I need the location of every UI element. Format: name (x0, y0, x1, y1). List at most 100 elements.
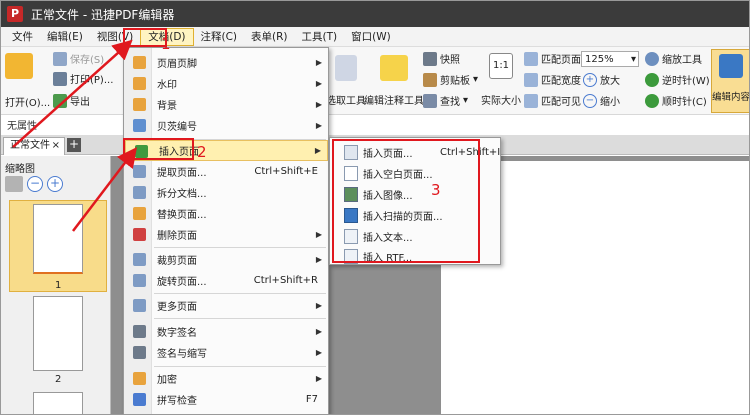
split-document-icon (133, 186, 146, 199)
menu-item-label: 页眉页脚 (157, 59, 197, 70)
menu-item-delete-page[interactable]: 删除页面 ▶ (124, 224, 328, 245)
cursor-icon (335, 55, 357, 81)
save-icon (53, 51, 67, 66)
printer-icon (53, 71, 67, 86)
rotate-right-icon (645, 93, 659, 108)
save-button[interactable]: 保存(S) (53, 51, 104, 66)
menu-item-digital-signature[interactable]: 数字签名 ▶ (124, 321, 328, 342)
menu-file[interactable]: 文件 (5, 28, 40, 46)
thumbnail-zoom-in-button[interactable]: + (47, 176, 63, 192)
gear-icon[interactable] (5, 176, 23, 192)
plus-circle-icon: + (583, 72, 597, 87)
menu-item-encrypt[interactable]: 加密 ▶ (124, 368, 328, 389)
zoom-select[interactable]: 125% ▾ (581, 51, 639, 67)
menu-item-label: 提取页面... (157, 168, 207, 179)
snapshot-button[interactable]: 快照 (423, 51, 460, 66)
menu-item-label: 拆分文档... (157, 189, 207, 200)
menu-item-more-pages[interactable]: 更多页面 ▶ (124, 295, 328, 316)
menu-form[interactable]: 表单(R) (244, 28, 295, 46)
find-button[interactable]: 查找 ▾ (423, 93, 468, 108)
signature-pen-icon (133, 346, 146, 359)
menu-item-bates-number[interactable]: 贝茨编号 ▶ (124, 115, 328, 136)
fit-page-button[interactable]: 匹配页面 (524, 51, 581, 66)
edit-content-button[interactable]: 编辑内容 (711, 49, 750, 113)
thumbnail-panel: 缩略图 − + 1 2 (1, 156, 111, 414)
app-window: P 正常文件 - 迅捷PDF编辑器 文件 编辑(E) 视图(V) 文档(D) 注… (0, 0, 750, 415)
fit-width-button[interactable]: 匹配宽度 (524, 72, 581, 87)
page-thumbnail-1[interactable] (33, 204, 83, 274)
lock-icon (133, 372, 146, 385)
export-icon (53, 93, 67, 108)
find-label: 查找 (440, 97, 460, 108)
close-icon[interactable]: × (52, 138, 60, 154)
menu-separator (154, 293, 326, 294)
annotation-step-1: 1 (161, 35, 171, 53)
menu-item-replace-page[interactable]: 替换页面... (124, 203, 328, 224)
zoom-tool-button[interactable]: 缩放工具 (645, 51, 702, 66)
thumbnail-toolbar: − + (5, 176, 63, 192)
page-thumbnail-2[interactable] (33, 296, 83, 371)
menu-item-header-footer[interactable]: 页眉页脚 ▶ (124, 52, 328, 73)
menu-comment[interactable]: 注释(C) (194, 28, 245, 46)
fit-visible-button[interactable]: 匹配可见 (524, 93, 581, 108)
fit-width-icon (524, 72, 538, 87)
menu-separator (154, 366, 326, 367)
digital-signature-icon (133, 325, 146, 338)
page-number-1: 1 (55, 280, 62, 291)
zoom-in-label: 放大 (600, 76, 620, 87)
edit-annotation-tool-button[interactable]: 编辑注释工具 (364, 55, 424, 107)
menu-item-label: 拼写检查 (157, 396, 197, 407)
menu-item-signature-initials[interactable]: 签名与缩写 ▶ (124, 342, 328, 363)
actual-size-button[interactable]: 1:1 实际大小 (481, 53, 521, 107)
menu-window[interactable]: 窗口(W) (344, 28, 398, 46)
select-tool-label: 选取工具 (326, 96, 366, 107)
menu-item-crop-page[interactable]: 裁剪页面 ▶ (124, 249, 328, 270)
fit-visible-icon (524, 93, 538, 108)
menu-tools[interactable]: 工具(T) (295, 28, 345, 46)
open-button[interactable]: 打开(O)... (5, 53, 50, 109)
menu-item-label: 水印 (157, 80, 177, 91)
rotate-ccw-button[interactable]: 逆时针(W) (645, 72, 710, 87)
menu-item-background[interactable]: 背景 ▶ (124, 94, 328, 115)
ribbon-toolbar: 打开(O)... 保存(S) 打印(P)... 导出 选取工具 编辑注释工具 快… (1, 47, 750, 115)
header-footer-icon (133, 56, 146, 69)
add-tab-button[interactable]: + (67, 138, 81, 152)
menu-item-watermark[interactable]: 水印 ▶ (124, 73, 328, 94)
menu-separator (154, 247, 326, 248)
page-thumbnail-3[interactable] (33, 392, 83, 414)
chevron-down-icon: ▾ (473, 74, 479, 85)
menu-item-rotate-page[interactable]: 旋转页面... Ctrl+Shift+R (124, 270, 328, 291)
chevron-right-icon: ▶ (315, 79, 322, 88)
print-button[interactable]: 打印(P)... (53, 71, 113, 86)
clipboard-button[interactable]: 剪贴板 ▾ (423, 72, 478, 87)
menu-item-shortcut: Ctrl+Shift+R (253, 275, 318, 286)
select-tool-button[interactable]: 选取工具 (326, 55, 366, 107)
export-label: 导出 (70, 97, 90, 108)
actual-size-icon: 1:1 (489, 53, 513, 79)
annotation-box-insert-page (123, 138, 194, 160)
rotate-cw-button[interactable]: 顺时针(C) (645, 93, 707, 108)
search-icon (423, 93, 437, 108)
thumbnail-zoom-out-button[interactable]: − (27, 176, 43, 192)
export-button[interactable]: 导出 (53, 93, 90, 108)
snapshot-label: 快照 (440, 55, 460, 66)
menu-separator (154, 318, 326, 319)
magnifier-icon (645, 51, 659, 66)
fit-page-label: 匹配页面 (541, 55, 581, 66)
edit-content-label: 编辑内容 (712, 92, 750, 103)
actual-size-label: 实际大小 (481, 96, 521, 107)
menu-item-spell-check[interactable]: 拼写检查 F7 (124, 389, 328, 410)
menu-edit[interactable]: 编辑(E) (40, 28, 90, 46)
menu-item-label: 贝茨编号 (157, 122, 197, 133)
camera-icon (423, 51, 437, 66)
zoom-out-label: 缩小 (600, 97, 620, 108)
menu-item-label: 更多页面 (157, 302, 197, 313)
menu-item-extract-page[interactable]: 提取页面... Ctrl+Shift+E (124, 161, 328, 182)
tab-document[interactable]: 正常文件 × (3, 137, 65, 155)
zoom-out-button[interactable]: − 缩小 (583, 93, 620, 108)
spell-check-icon (133, 393, 146, 406)
zoom-tool-label: 缩放工具 (662, 55, 702, 66)
menu-item-split-document[interactable]: 拆分文档... (124, 182, 328, 203)
zoom-value: 125% (585, 53, 614, 65)
zoom-in-button[interactable]: + 放大 (583, 72, 620, 87)
